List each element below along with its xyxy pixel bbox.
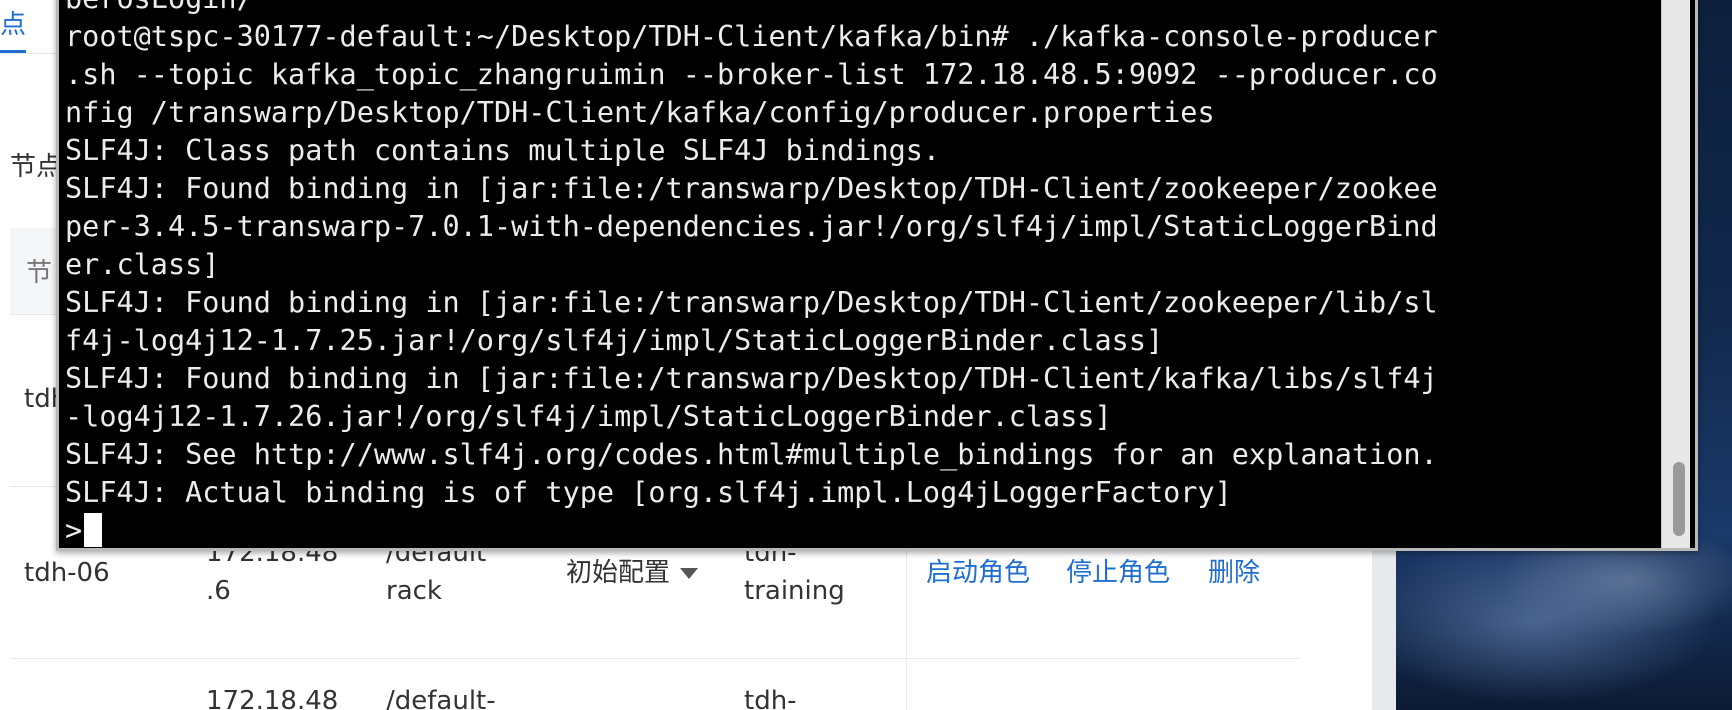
row-2-ip-line2: .6 [206, 576, 231, 606]
config-select-value: 初始配置 [566, 558, 671, 588]
chevron-down-icon [680, 568, 699, 579]
terminal-line: SLF4J: See http://www.slf4j.org/codes.ht… [65, 438, 1438, 471]
row-separator [10, 658, 1300, 659]
terminal-line: .sh --topic kafka_topic_zhangruimin --br… [65, 58, 1438, 91]
section-title: 节点 [10, 152, 63, 182]
stop-role-link[interactable]: 停止角色 [1066, 554, 1170, 592]
terminal-window[interactable]: berosLogin/root@tspc-30177-default:~/Des… [56, 0, 1698, 551]
text-cursor [84, 513, 103, 547]
terminal-line: SLF4J: Class path contains multiple SLF4… [65, 134, 941, 167]
terminal-line: berosLogin/ [65, 0, 1669, 18]
row-3-ip-line1: 172.18.48 [206, 686, 339, 710]
row-2-rack-line2: rack [386, 576, 442, 606]
terminal-line: SLF4J: Found binding in [jar:file:/trans… [65, 362, 1438, 395]
row-3-rack-line1: /default- [386, 686, 496, 710]
terminal-line: SLF4J: Actual binding is of type [org.sl… [65, 476, 1232, 509]
terminal-prompt: > [65, 514, 83, 547]
row-2-group-line2: training [744, 576, 845, 606]
terminal-line: SLF4J: Found binding in [jar:file:/trans… [65, 172, 1438, 205]
terminal-line: SLF4J: Found binding in [jar:file:/trans… [65, 286, 1438, 319]
terminal-line: f4j-log4j12-1.7.25.jar!/org/slf4j/impl/S… [65, 324, 1164, 357]
row-2-node-name: tdh-06 [24, 558, 110, 588]
row-3-group-line1: tdh- [744, 686, 797, 710]
terminal-line: per-3.4.5-transwarp-7.0.1-with-dependenc… [65, 210, 1438, 243]
tab-nodes[interactable]: 点 [0, 0, 30, 41]
delete-link[interactable]: 删除 [1208, 554, 1260, 592]
terminal-line: root@tspc-30177-default:~/Desktop/TDH-Cl… [65, 20, 1438, 53]
terminal-output[interactable]: berosLogin/root@tspc-30177-default:~/Des… [65, 0, 1669, 548]
table-header-node-column: 节 [26, 258, 53, 288]
terminal-input-line[interactable]: > [65, 512, 1669, 548]
terminal-line: er.class] [65, 248, 220, 281]
terminal-line: nfig /transwarp/Desktop/TDH-Client/kafka… [65, 96, 1215, 129]
row-2-config-select[interactable]: 初始配置 [566, 554, 699, 592]
terminal-scrollbar-thumb[interactable] [1673, 462, 1685, 536]
terminal-line: -log4j12-1.7.26.jar!/org/slf4j/impl/Stat… [65, 400, 1112, 433]
start-role-link[interactable]: 启动角色 [926, 554, 1030, 592]
